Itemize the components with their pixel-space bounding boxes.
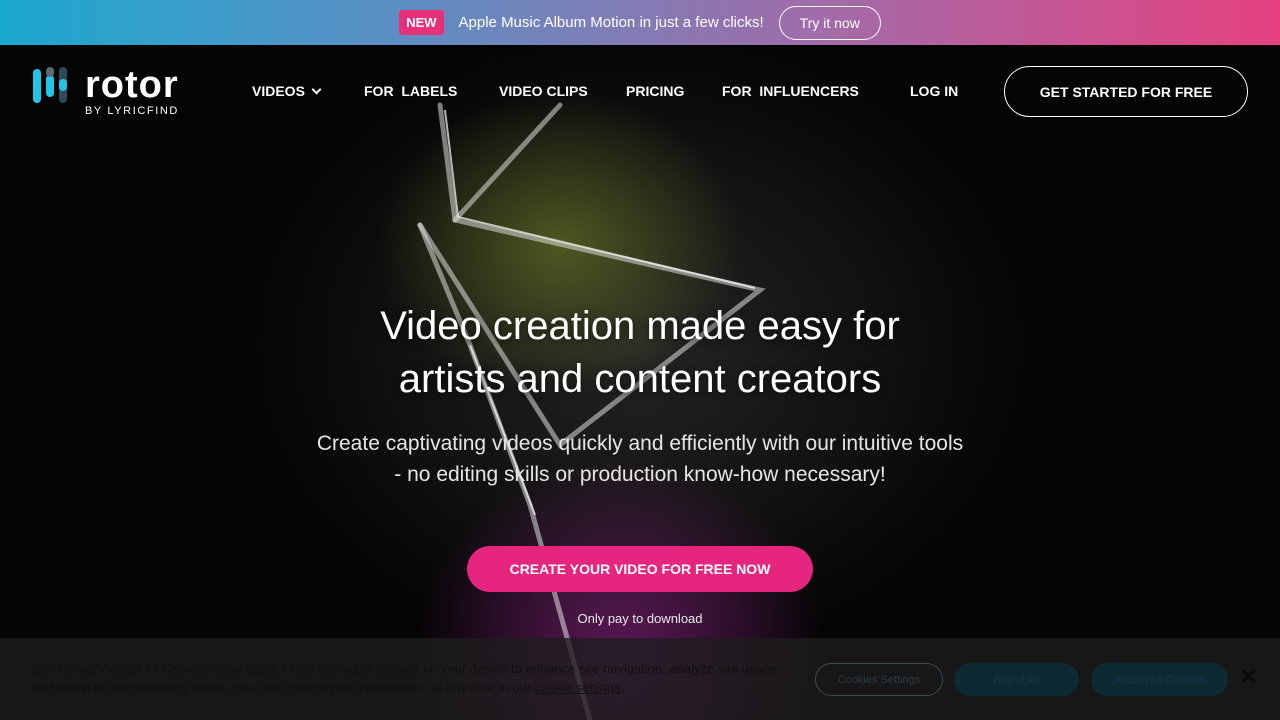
cookie-text-end: . bbox=[620, 680, 625, 695]
accept-all-cookies-button[interactable]: Accept All Cookies bbox=[1091, 663, 1228, 696]
cookie-settings-link[interactable]: cookie settings bbox=[535, 680, 621, 695]
pricing-note: Only pay to download bbox=[577, 611, 703, 626]
cookies-settings-button[interactable]: Cookies Settings bbox=[815, 663, 943, 696]
nav-pricing[interactable]: PRICING bbox=[626, 83, 684, 99]
create-video-button[interactable]: CREATE YOUR VIDEO FOR FREE NOW bbox=[467, 546, 813, 592]
cookie-text-body: By clicking “Accept All Cookies”, you ag… bbox=[32, 661, 781, 695]
hero-title-line-2: artists and content creators bbox=[398, 357, 882, 401]
logo-subtitle: BY LYRICFIND bbox=[85, 105, 179, 117]
site-header: rotor BY LYRICFIND VIDEOS FOR LABELS VID… bbox=[0, 45, 1280, 140]
hero-subtitle-line-2: - no editing skills or production know-h… bbox=[394, 463, 886, 486]
nav-log-in[interactable]: LOG IN bbox=[910, 83, 958, 99]
nav-for-labels[interactable]: FOR LABELS bbox=[364, 83, 457, 99]
nav-videos[interactable]: VIDEOS bbox=[252, 83, 322, 99]
cookie-text: By clicking “Accept All Cookies”, you ag… bbox=[32, 659, 802, 697]
chevron-down-icon bbox=[311, 84, 322, 95]
nav-for-influencers[interactable]: FOR INFLUENCERS bbox=[722, 83, 859, 99]
new-badge: NEW bbox=[399, 10, 444, 35]
close-icon[interactable] bbox=[1240, 668, 1256, 684]
hero-subtitle: Create captivating videos quickly and ef… bbox=[290, 428, 990, 490]
try-it-now-button[interactable]: Try it now bbox=[778, 5, 881, 40]
rotor-logo-icon bbox=[33, 67, 71, 105]
logo-title: rotor bbox=[85, 64, 179, 106]
hero-subtitle-line-1: Create captivating videos quickly and ef… bbox=[316, 432, 964, 455]
hero-title-line-1: Video creation made easy for bbox=[380, 304, 900, 348]
nav-video-clips[interactable]: VIDEO CLIPS bbox=[499, 83, 588, 99]
announcement-bar: NEW Apple Music Album Motion in just a f… bbox=[0, 0, 1280, 45]
logo[interactable]: rotor BY LYRICFIND bbox=[33, 64, 179, 117]
get-started-button[interactable]: GET STARTED FOR FREE bbox=[1004, 66, 1248, 117]
announcement-text: Apple Music Album Motion in just a few c… bbox=[458, 14, 764, 31]
hero-title: Video creation made easy for artists and… bbox=[0, 300, 1280, 406]
reject-all-button[interactable]: Reject All bbox=[954, 663, 1079, 696]
cookie-banner: By clicking “Accept All Cookies”, you ag… bbox=[0, 638, 1280, 720]
nav-videos-label: VIDEOS bbox=[252, 83, 305, 99]
